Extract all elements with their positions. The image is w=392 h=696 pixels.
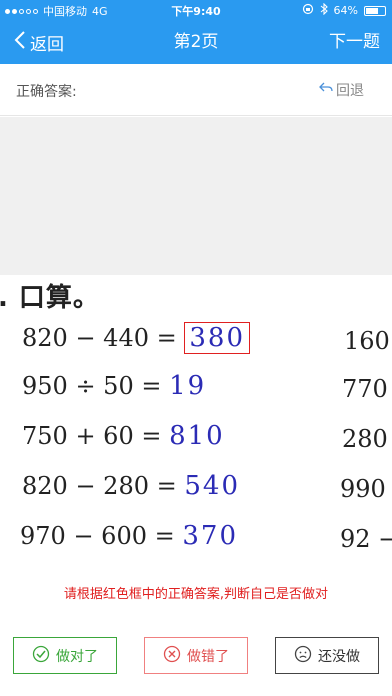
not-done-label: 还没做 bbox=[318, 648, 360, 665]
equation-answer: 370 bbox=[182, 521, 239, 551]
frown-face-icon bbox=[294, 645, 312, 667]
equation-expression: 820 − 440 = bbox=[22, 324, 177, 352]
correct-answer-label: 正确答案: bbox=[16, 84, 77, 100]
instruction-text: 请根据红色框中的正确答案,判断自己是否做对 bbox=[63, 587, 329, 602]
back-label: 返回 bbox=[30, 34, 64, 55]
equation-answer: 19 bbox=[169, 371, 207, 401]
next-question-button[interactable]: 下一题 bbox=[329, 20, 380, 64]
equation-row: 820 − 280 = 540 bbox=[22, 471, 240, 501]
x-circle-icon bbox=[163, 645, 181, 667]
equation-row: 970 − 600 = 370 bbox=[20, 521, 238, 551]
highlighted-answer: 380 bbox=[184, 322, 251, 354]
did-correct-button[interactable]: 做对了 bbox=[13, 637, 117, 674]
undo-button[interactable]: 回退 bbox=[319, 80, 364, 100]
correct-answer-row: 正确答案: 回退 bbox=[0, 64, 392, 116]
answer-image-area bbox=[0, 117, 392, 275]
back-button[interactable]: 返回 bbox=[14, 20, 64, 64]
right-column-value: 92 − bbox=[340, 525, 392, 553]
equation-answer: 810 bbox=[169, 421, 225, 451]
did-wrong-button[interactable]: 做错了 bbox=[144, 637, 248, 674]
battery-icon bbox=[364, 5, 386, 16]
did-wrong-label: 做错了 bbox=[187, 648, 229, 665]
battery-percent: 64% bbox=[333, 4, 358, 17]
right-column-value: 990 bbox=[340, 475, 386, 503]
undo-icon bbox=[319, 82, 333, 98]
equation-row: 820 − 440 = 380 bbox=[22, 322, 251, 354]
equation-expression: 750 + 60 = bbox=[22, 422, 162, 450]
right-column-value: 770 bbox=[342, 375, 388, 403]
equation-expression: 820 − 280 = bbox=[22, 472, 177, 500]
equation-row: 950 ÷ 50 = 19 bbox=[22, 371, 206, 401]
equation-answer: 540 bbox=[184, 471, 241, 501]
status-bar: 中国移动 4G 下午9:40 64% bbox=[0, 0, 392, 20]
right-column-value: 280 bbox=[342, 425, 388, 453]
orientation-lock-icon bbox=[302, 3, 314, 18]
equation-expression: 950 ÷ 50 = bbox=[22, 372, 162, 400]
equation-row: 750 + 60 = 810 bbox=[22, 421, 225, 451]
check-circle-icon bbox=[32, 645, 50, 667]
equation-expression: 970 − 600 = bbox=[20, 522, 175, 550]
worksheet-image: . 口算。 820 − 440 = 380 950 ÷ 50 = 19 750 … bbox=[0, 275, 392, 565]
undo-label: 回退 bbox=[336, 83, 364, 99]
did-correct-label: 做对了 bbox=[56, 648, 98, 665]
right-column-value: 160 bbox=[344, 327, 390, 355]
worksheet-heading: . 口算。 bbox=[0, 283, 100, 313]
bluetooth-icon bbox=[320, 2, 328, 18]
not-done-button[interactable]: 还没做 bbox=[275, 637, 379, 674]
chevron-left-icon bbox=[14, 30, 26, 55]
nav-bar: 返回 第2页 下一题 bbox=[0, 20, 392, 64]
